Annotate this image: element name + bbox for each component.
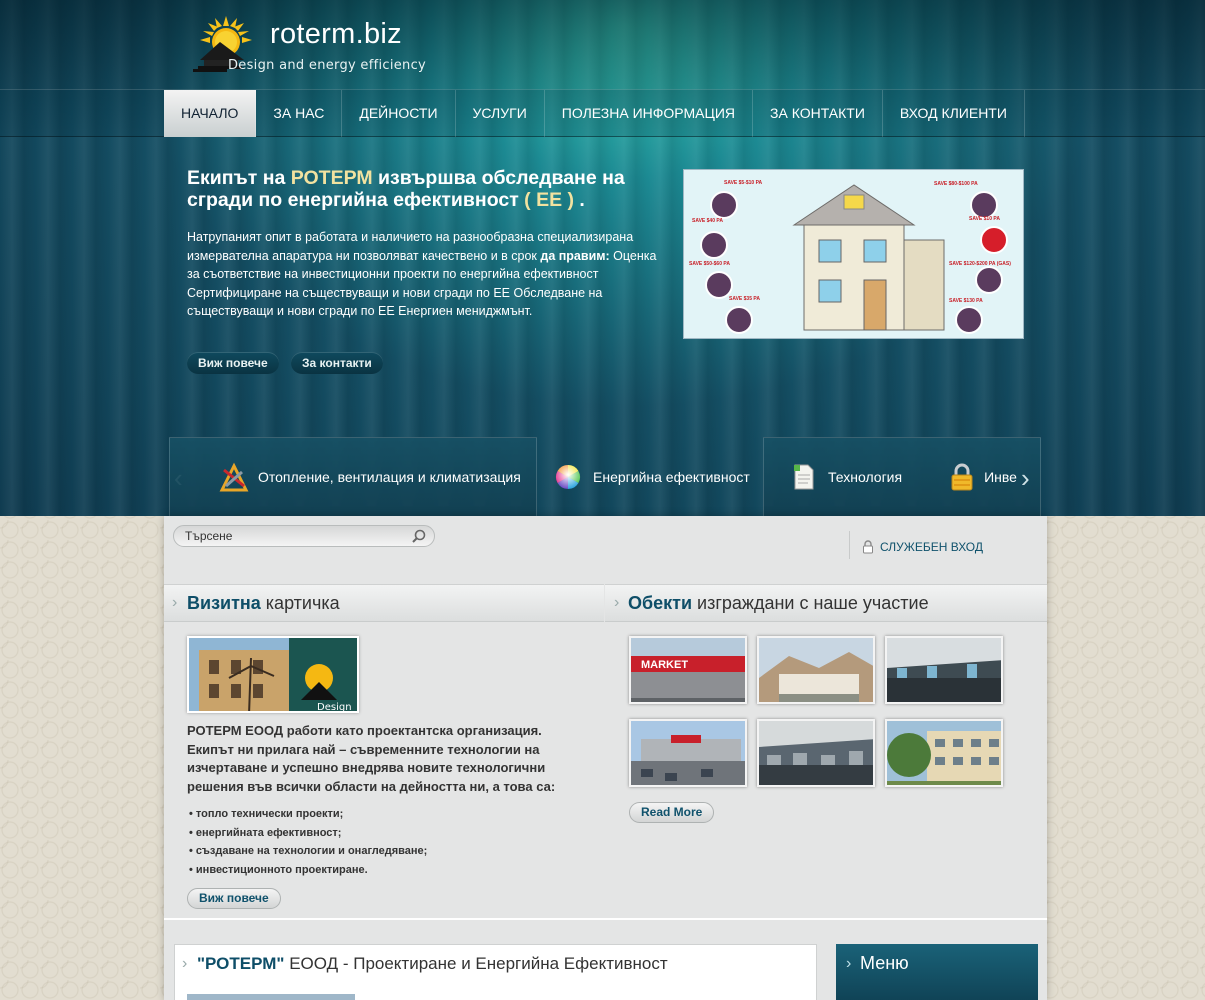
projects-title-strong: Обекти — [628, 593, 693, 613]
svg-text:Design: Design — [317, 702, 352, 713]
hero-text: Натрупаният опит в работата и наличието … — [187, 228, 662, 321]
nav-item-contacts[interactable]: ЗА КОНТАКТИ — [753, 90, 883, 137]
projects-title-rest: изграждани с наше участие — [692, 593, 929, 613]
color-wheel-icon — [555, 464, 581, 489]
hero-title: Екипът на РОТЕРМ извършва обследване на … — [187, 167, 667, 211]
project-thumbnail[interactable]: MARKET — [629, 636, 747, 704]
divider — [164, 918, 1047, 920]
slider-tab-hvac[interactable]: Отопление, вентилация и климатизация — [169, 437, 537, 516]
svg-text:SAVE $120-$200 PA (GAS): SAVE $120-$200 PA (GAS) — [949, 261, 1011, 267]
hero-title-brand: РОТЕРМ — [290, 167, 373, 189]
search-input[interactable]: Търсене — [173, 525, 435, 547]
hero-text-bold: да правим: — [540, 248, 610, 263]
vcard-more-button[interactable]: Виж повече — [187, 888, 281, 909]
hero-title-ee: ( ЕЕ ) — [524, 189, 574, 211]
chevron-right-icon: › — [614, 594, 620, 611]
slider-tab-label: Инве — [984, 469, 1017, 485]
vcard-description: РОТЕРМ ЕООД работи като проектантска орг… — [187, 723, 556, 794]
hero-more-button[interactable]: Виж повече — [187, 352, 279, 374]
hero-title-text: Екипът на — [187, 167, 291, 189]
market-sign: MARKET — [641, 659, 688, 671]
nav-item-client-login[interactable]: ВХОД КЛИЕНТИ — [883, 90, 1025, 137]
nav-item-about[interactable]: ЗА НАС — [256, 90, 343, 137]
main-nav: НАЧАЛО ЗА НАС ДЕЙНОСТИ УСЛУГИ ПОЛЕЗНА ИН… — [0, 89, 1205, 137]
tools-icon — [219, 462, 249, 492]
nav-item-activities[interactable]: ДЕЙНОСТИ — [342, 90, 456, 137]
slider-tab-label: Технология — [828, 469, 903, 485]
vcard-section-title: Визитна картичка — [187, 593, 340, 614]
article-title: "РОТЕРМ" ЕООД - Проектиране и Енергийна … — [197, 954, 668, 974]
site-tagline: Design and energy efficiency — [228, 58, 427, 73]
svg-text:SAVE $130 PA: SAVE $130 PA — [949, 298, 983, 304]
document-icon — [794, 464, 814, 490]
project-thumbnail[interactable] — [757, 636, 875, 704]
menu-title: Меню — [860, 953, 909, 973]
projects-section-title: Обекти изграждани с наше участие — [628, 593, 929, 614]
svg-text:SAVE $40 PA: SAVE $40 PA — [692, 218, 723, 224]
project-thumbnail[interactable] — [885, 636, 1003, 704]
service-slider: ‹ Отопление, вентилация и климатизация Е… — [169, 437, 1041, 516]
chevron-right-icon: › — [182, 955, 188, 972]
search-icon[interactable] — [411, 528, 427, 544]
svg-text:SAVE $80-$100 PA: SAVE $80-$100 PA — [934, 181, 978, 187]
svg-text:SAVE $35 PA: SAVE $35 PA — [729, 296, 760, 302]
slider-tab-label: Отопление, вентилация и климатизация — [258, 469, 521, 485]
staff-login-label: СЛУЖЕБЕН ВХОД — [880, 540, 984, 554]
divider — [849, 531, 850, 559]
project-thumbnail[interactable] — [885, 719, 1003, 787]
chevron-right-icon: › — [846, 955, 852, 972]
staff-login-link[interactable]: СЛУЖЕБЕН ВХОД — [862, 540, 983, 554]
project-thumbnail[interactable] — [629, 719, 747, 787]
vcard-list: топло технически проекти; енергийната еф… — [189, 805, 427, 879]
hero-title-end: . — [574, 189, 585, 211]
slider-tab-label: Енергийна ефективност — [593, 468, 750, 485]
article-title-rest: ЕООД - Проектиране и Енергийна Ефективно… — [284, 954, 668, 973]
list-item: топло технически проекти; — [189, 805, 427, 824]
nav-item-useful-info[interactable]: ПОЛЕЗНА ИНФОРМАЦИЯ — [545, 90, 754, 137]
nav-item-services[interactable]: УСЛУГИ — [456, 90, 545, 137]
lock-icon — [863, 540, 873, 554]
company-building-photo: Design — [187, 636, 359, 713]
hero-contacts-button[interactable]: За контакти — [291, 352, 383, 374]
lock-icon — [951, 463, 973, 491]
svg-text:SAVE $5-$10 PA: SAVE $5-$10 PA — [724, 180, 763, 186]
list-item: инвестиционното проектиране. — [189, 861, 427, 880]
projects-read-more-button[interactable]: Read More — [629, 802, 715, 823]
vcard-title-strong: Визитна — [187, 593, 261, 613]
article-image — [187, 994, 355, 1000]
site-logo[interactable]: roterm.biz Design and energy efficiency — [190, 16, 430, 78]
project-thumbnail[interactable] — [757, 719, 875, 787]
chevron-right-icon: › — [172, 594, 178, 611]
list-item: енергийната ефективност; — [189, 824, 427, 843]
nav-item-home[interactable]: НАЧАЛО — [164, 90, 257, 137]
list-item: създаване на технологии и онагледяване; — [189, 842, 427, 861]
slider-tab-energy[interactable]: Енергийна ефективност — [555, 437, 755, 516]
vcard-title-rest: картичка — [260, 593, 340, 613]
article-title-strong: "РОТЕРМ" — [197, 954, 285, 973]
slider-next-icon[interactable]: › — [1021, 463, 1030, 494]
slider-tab-technology[interactable]: Технология Инве — [763, 437, 1041, 516]
energy-house-illustration: SAVE $5-$10 PA SAVE $40 PA SAVE $50-$60 PA… — [683, 169, 1024, 339]
svg-text:SAVE $50-$60 PA: SAVE $50-$60 PA — [689, 261, 730, 267]
site-name: roterm.biz — [270, 18, 402, 50]
svg-text:SAVE $10 PA: SAVE $10 PA — [969, 216, 1000, 222]
